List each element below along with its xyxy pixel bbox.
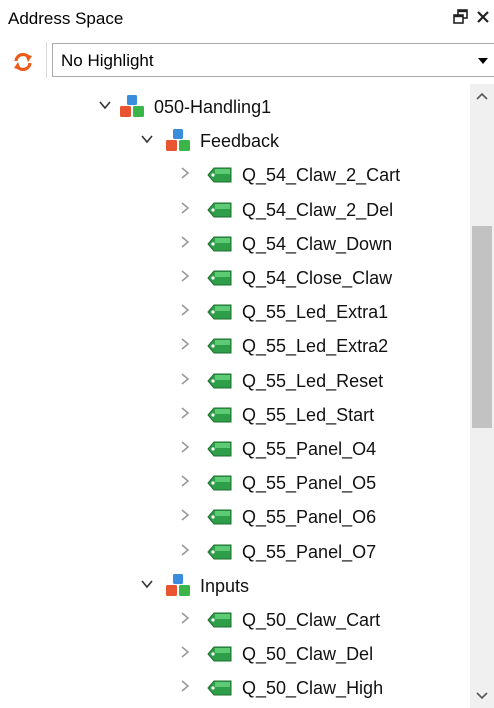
panel-titlebar: Address Space <box>0 0 494 36</box>
chevron-right-icon[interactable] <box>178 543 192 557</box>
tree-item-label: Q_55_Led_Start <box>242 404 375 425</box>
tree-item-tag[interactable]: Q_50_Claw_High <box>0 672 470 706</box>
tree-item-label: Q_55_Panel_O7 <box>242 541 377 562</box>
chevron-down-icon[interactable] <box>140 577 154 591</box>
tag-variable-icon <box>207 270 232 286</box>
tag-variable-icon <box>207 646 232 662</box>
object-cubes-icon <box>120 95 144 117</box>
chevron-right-icon[interactable] <box>178 611 192 625</box>
toolbar-separator <box>46 42 47 78</box>
tree-item-tag[interactable]: Q_55_Panel_O7 <box>0 536 470 570</box>
chevron-right-icon[interactable] <box>178 406 192 420</box>
tree-item-label: Q_55_Panel_O5 <box>242 473 377 494</box>
scroll-up-icon[interactable] <box>470 84 494 108</box>
tag-variable-icon <box>207 373 232 389</box>
tree-item-tag[interactable]: Q_50_Claw_Del <box>0 638 470 672</box>
chevron-right-icon[interactable] <box>178 440 192 454</box>
tree-item-object[interactable]: 050-Handling1 <box>0 91 470 125</box>
tree-item-tag[interactable]: Q_54_Claw_2_Del <box>0 194 470 228</box>
chevron-right-icon[interactable] <box>178 337 192 351</box>
tree-item-object[interactable]: Feedback <box>0 125 470 159</box>
highlight-dropdown[interactable]: No Highlight <box>52 43 494 77</box>
chevron-down-icon[interactable] <box>478 58 488 64</box>
tree-item-tag[interactable]: Q_55_Led_Start <box>0 399 470 433</box>
tree-item-label: Q_55_Led_Extra1 <box>242 302 389 323</box>
tag-variable-icon <box>207 441 232 457</box>
tree-item-label: Q_54_Claw_2_Cart <box>242 165 401 186</box>
tag-variable-icon <box>207 407 232 423</box>
chevron-down-icon[interactable] <box>140 132 154 146</box>
close-icon[interactable] <box>472 6 494 28</box>
tag-variable-icon <box>207 167 232 183</box>
tag-variable-icon <box>207 236 232 252</box>
tag-variable-icon <box>207 544 232 560</box>
tree-item-label: Q_54_Claw_2_Del <box>242 199 394 220</box>
tree-item-tag[interactable]: Q_55_Panel_O5 <box>0 467 470 501</box>
chevron-right-icon[interactable] <box>178 303 192 317</box>
tag-variable-icon <box>207 202 232 218</box>
chevron-right-icon[interactable] <box>178 201 192 215</box>
tree-item-tag[interactable]: Q_55_Led_Reset <box>0 365 470 399</box>
scrollbar-thumb[interactable] <box>472 226 492 428</box>
panel-title-buttons <box>450 6 494 28</box>
tree-item-label: Feedback <box>200 131 280 152</box>
chevron-right-icon[interactable] <box>178 166 192 180</box>
chevron-right-icon[interactable] <box>178 508 192 522</box>
tree-item-label: Q_50_Claw_High <box>242 678 384 699</box>
tree-item-tag[interactable]: Q_50_Claw_Cart <box>0 604 470 638</box>
tree-item-label: 050-Handling1 <box>154 97 272 117</box>
tree-item-label: Q_50_Claw_Cart <box>242 610 381 630</box>
scroll-down-icon[interactable] <box>470 684 494 708</box>
object-cubes-icon <box>166 573 190 596</box>
tree-item-object[interactable]: Inputs <box>0 570 470 604</box>
object-cubes-icon <box>166 129 190 152</box>
tree-item-tag[interactable]: Q_55_Led_Extra1 <box>0 296 470 330</box>
tag-variable-icon <box>207 680 232 696</box>
panel-title: Address Space <box>8 9 124 28</box>
tree-item-label: Inputs <box>200 575 250 596</box>
tag-variable-icon <box>207 304 232 320</box>
highlight-dropdown-value: No Highlight <box>61 51 154 70</box>
tree-item-label: Q_54_Close_Claw <box>242 268 393 288</box>
tree-item-label: Q_50_Claw_Del <box>242 644 374 665</box>
chevron-right-icon[interactable] <box>178 645 192 659</box>
tree-item-tag[interactable]: Q_55_Panel_O6 <box>0 501 470 535</box>
tree-item-tag[interactable]: Q_54_Claw_2_Cart <box>0 159 470 193</box>
tree-item-tag[interactable]: Q_55_Panel_O4 <box>0 433 470 467</box>
vertical-scrollbar[interactable] <box>470 84 494 708</box>
chevron-right-icon[interactable] <box>178 474 192 488</box>
tag-variable-icon <box>207 338 232 354</box>
tree-item-label: Q_55_Panel_O4 <box>242 439 377 459</box>
refresh-icon[interactable] <box>12 51 34 73</box>
chevron-right-icon[interactable] <box>178 269 192 283</box>
tag-variable-icon <box>207 475 232 491</box>
tag-variable-icon <box>207 612 232 628</box>
tag-variable-icon <box>207 509 232 525</box>
chevron-right-icon[interactable] <box>178 679 192 693</box>
tree-item-label: Q_54_Claw_Down <box>242 233 393 254</box>
tree-item-tag[interactable]: Q_54_Close_Claw <box>0 262 470 296</box>
tree-item-label: Q_55_Led_Extra2 <box>242 336 389 357</box>
address-space-tree: 050-Handling1 Feedback Q_54_Claw_2_Cart Q_5… <box>0 84 470 708</box>
tree-item-label: Q_55_Led_Reset <box>242 370 384 391</box>
chevron-down-icon[interactable] <box>98 98 112 112</box>
float-window-icon[interactable] <box>450 6 472 28</box>
tree-item-label: Q_55_Panel_O6 <box>242 507 377 528</box>
tree-item-tag[interactable]: Q_54_Claw_Down <box>0 228 470 262</box>
tree-item-tag[interactable]: Q_55_Led_Extra2 <box>0 330 470 364</box>
highlight-toolbar: No Highlight <box>0 42 494 80</box>
chevron-right-icon[interactable] <box>178 235 192 249</box>
chevron-right-icon[interactable] <box>178 372 192 386</box>
